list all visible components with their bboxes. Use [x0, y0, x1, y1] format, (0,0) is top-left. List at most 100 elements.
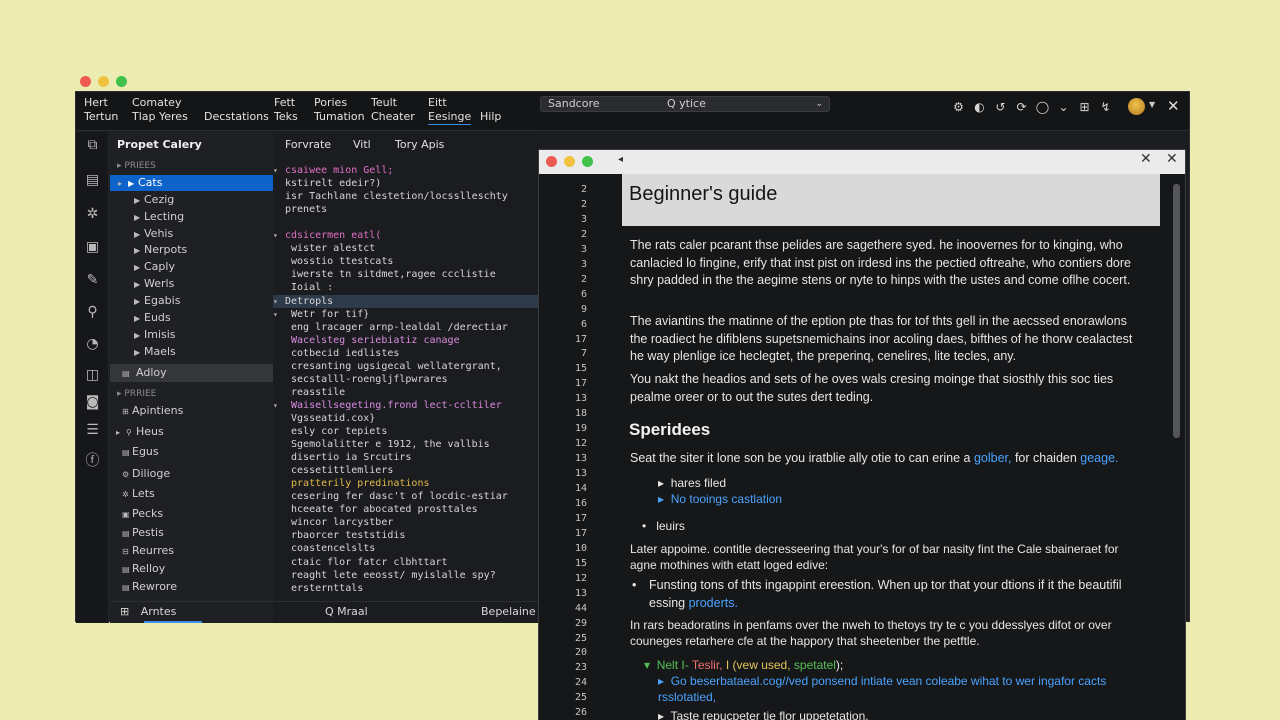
pen-icon[interactable]: ✎: [84, 272, 101, 288]
code-line[interactable]: prenets: [273, 203, 327, 216]
line-number: 25: [574, 692, 587, 704]
code-line[interactable]: Sgemolalitter e 1912, the vallbis: [273, 438, 490, 451]
theme-icon[interactable]: ◐: [969, 99, 990, 115]
code-line[interactable]: [273, 216, 285, 229]
close-window-button[interactable]: [546, 156, 557, 167]
code-text: Sgemolalitter e 1912, the vallbis: [285, 439, 490, 451]
section-heading: Speridees: [629, 420, 711, 439]
code-line[interactable]: Ioial :: [273, 281, 333, 294]
close-icon[interactable]: ✕: [1140, 151, 1152, 167]
code-line[interactable]: secstalll-roengljflpwrares: [273, 373, 448, 386]
code-text: cdsicermen eatl(: [285, 230, 382, 242]
files-icon[interactable]: ⧉: [84, 137, 101, 153]
sync-icon[interactable]: ⟳: [1011, 99, 1032, 115]
extensions-icon[interactable]: ✲: [84, 206, 101, 222]
code-line[interactable]: Vgsseatid.cox}: [273, 412, 375, 425]
code-line[interactable]: ▾ Detropls: [273, 294, 541, 308]
doc-window-controls: [546, 156, 593, 167]
line-number: 13: [574, 393, 587, 405]
code-line[interactable]: rbaorcer teststidis: [273, 529, 405, 542]
close-icon[interactable]: ✕: [1167, 97, 1180, 115]
code-line[interactable]: pratterily predinations: [273, 477, 429, 490]
tab-vitl[interactable]: Vitl: [353, 132, 371, 158]
settings-icon[interactable]: ⚙: [948, 99, 969, 115]
fold-icon[interactable]: ▾: [273, 229, 285, 242]
fold-icon[interactable]: ▾: [273, 295, 285, 308]
power-icon[interactable]: ↯: [1095, 99, 1116, 115]
chevron-down-icon[interactable]: ▼: [1149, 100, 1155, 109]
code-line[interactable]: isr Tachlane clestetion/locsslleschty: [273, 190, 508, 203]
history-icon[interactable]: ◔: [84, 336, 101, 352]
editor-footer-label[interactable]: Bepelaine: [481, 602, 536, 622]
link[interactable]: geage.: [1080, 451, 1118, 465]
link[interactable]: golber,: [974, 451, 1012, 465]
document-icon[interactable]: ▤: [84, 172, 101, 188]
code-snippet: ▾ Nelt I- Teslir, I (vew used, spetatel)…: [644, 658, 844, 672]
code-line[interactable]: wincor larcystber: [273, 516, 393, 529]
code-line[interactable]: Wacelsteg seriebiatiz canage: [273, 334, 460, 347]
code-line[interactable]: cesering fer dasc't of locdic-estiar: [273, 490, 508, 503]
line-number: 2: [580, 184, 587, 195]
avatar[interactable]: [1128, 98, 1145, 115]
tab-forvrate[interactable]: Forvrate: [285, 132, 331, 158]
tab-tory-apis[interactable]: Tory Apis: [395, 132, 444, 158]
code-line[interactable]: esly cor tepiets: [273, 425, 387, 438]
maximize-window-button[interactable]: [582, 156, 593, 167]
code-line[interactable]: coastencelslts: [273, 542, 375, 555]
chevron-down-icon[interactable]: ⌄: [815, 97, 823, 111]
fold-icon[interactable]: ▾: [273, 308, 285, 321]
clipboard-icon[interactable]: ▣: [84, 239, 101, 255]
code-line[interactable]: cessetittlemliers: [273, 464, 393, 477]
code-snippet-link[interactable]: ▸ Go beserbataeal.cog//ved ponsend intia…: [658, 673, 1128, 705]
line-number: 7: [580, 348, 587, 360]
line-number: 10: [574, 542, 587, 554]
code-line[interactable]: iwerste tn sitdmet,ragee ccclistie: [273, 268, 496, 281]
code-line[interactable]: ▾ csaiwee mion Gell;: [273, 164, 393, 177]
minimize-window-button[interactable]: [564, 156, 575, 167]
line-number: 12: [574, 572, 587, 584]
bolt-icon[interactable]: ⓕ: [84, 450, 101, 470]
code-line[interactable]: wosstio ttestcats: [273, 255, 393, 268]
paragraph: The aviantins the matinne of the eption …: [630, 314, 1133, 363]
code-line[interactable]: hceeate for abocated prosttales: [273, 503, 478, 516]
code-line[interactable]: ▾ cdsicermen eatl(: [273, 229, 381, 242]
footer-icon: ⊞: [120, 605, 130, 618]
minimize-window-button[interactable]: [98, 76, 109, 87]
editor-footer-search[interactable]: Q Mraal: [325, 602, 368, 622]
maximize-window-button[interactable]: [116, 76, 127, 87]
code-line[interactable]: cresanting ugsigecal wellatergrant,: [273, 360, 502, 373]
code-line[interactable]: eng lracager arnp-lealdal /derectiar: [273, 321, 508, 334]
menu-bar: Hert Tertun Comatey Tlap Yeres Decstations…: [76, 92, 1189, 131]
line-number: 15: [574, 363, 587, 375]
code-line[interactable]: ersternttals: [273, 582, 363, 595]
shield-icon[interactable]: ◫: [84, 367, 101, 383]
link-icon[interactable]: ⚲: [84, 304, 101, 320]
search-input[interactable]: Sandcore Q ytice ⌄: [540, 96, 830, 112]
list-item-link[interactable]: ▸ No tooings castlation: [658, 491, 782, 507]
paragraph: The rats caler pcarant thse pelides are …: [630, 238, 1131, 287]
code-line[interactable]: disertio ia Srcutirs: [273, 451, 411, 464]
code-text: eng lracager arnp-lealdal /derectiar: [285, 321, 508, 333]
code-line[interactable]: reasstile: [273, 386, 345, 399]
document-scrollbar[interactable]: [1173, 184, 1180, 438]
fold-icon[interactable]: ▾: [273, 164, 285, 177]
code-editor[interactable]: Forvrate Vitl Tory Apis ▾ csaiwee mion Ge…: [273, 132, 541, 623]
code-line[interactable]: reaght lete eeosst/ myislalle spy?: [273, 569, 496, 582]
close-icon[interactable]: ✕: [1166, 151, 1178, 167]
undo-icon[interactable]: ↺: [990, 99, 1011, 115]
dropdown-icon[interactable]: ⌄: [1053, 99, 1074, 115]
list-icon[interactable]: ☰: [84, 422, 101, 438]
layout-icon[interactable]: ⊞: [1074, 99, 1095, 115]
code-line[interactable]: ctaic flor fatcr clbhttart: [273, 556, 448, 569]
close-window-button[interactable]: [80, 76, 91, 87]
fold-icon[interactable]: ▾: [273, 399, 285, 412]
code-line[interactable]: ▾ Waisellsegeting.frond lect-ccltiler: [273, 399, 502, 412]
code-line[interactable]: cotbecid iedlistes: [273, 347, 399, 360]
code-line[interactable]: ▾ Wetr for tif}: [273, 308, 369, 321]
link[interactable]: proderts.: [689, 596, 738, 610]
code-line[interactable]: wister alestct: [273, 242, 375, 255]
record-icon[interactable]: ◯: [1032, 99, 1053, 115]
chevron-left-icon[interactable]: ◂: [618, 154, 623, 165]
debug-icon[interactable]: ◙: [84, 394, 101, 410]
code-line[interactable]: kstirelt edeir?): [273, 177, 381, 190]
